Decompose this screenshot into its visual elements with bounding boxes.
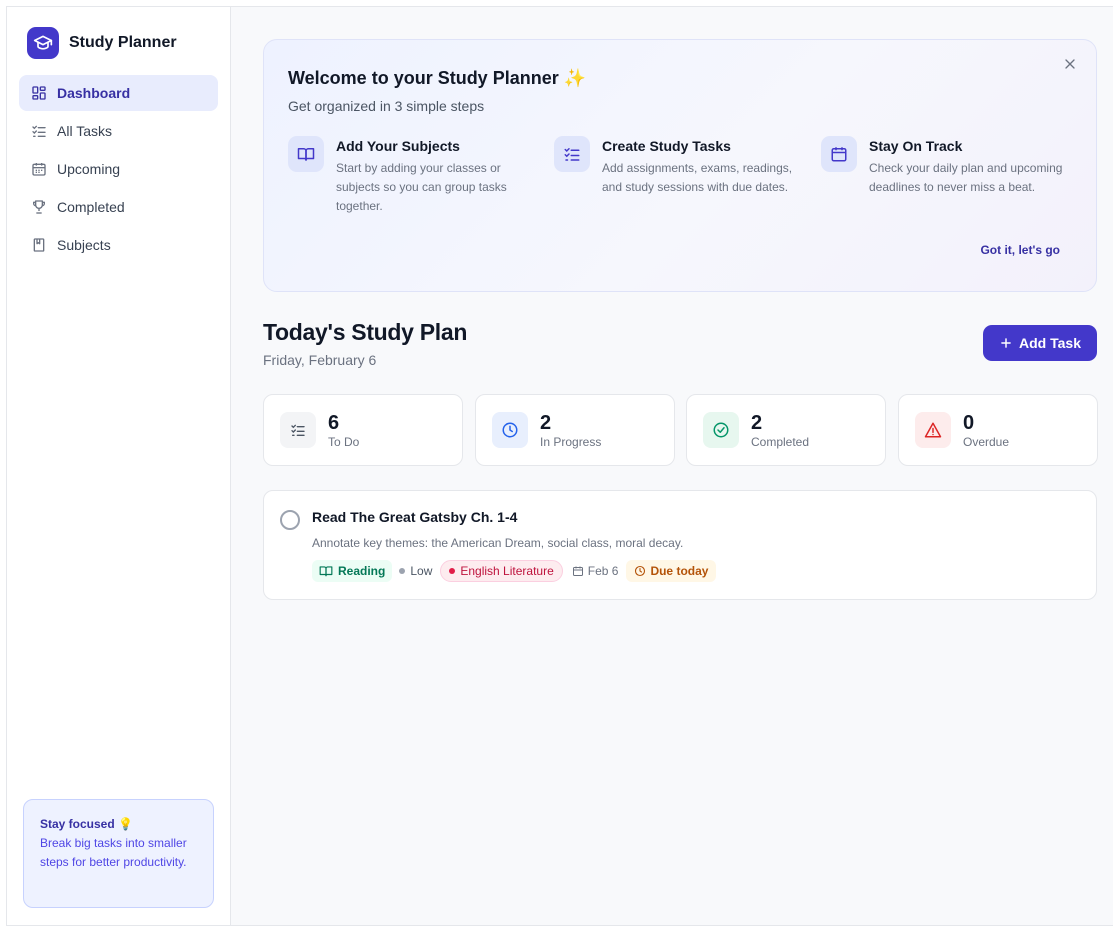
priority-dot [399,568,406,574]
sidebar-item-completed[interactable]: Completed [19,189,218,225]
close-icon[interactable] [1062,56,1078,72]
task-title[interactable]: Read The Great Gatsby Ch. 1-4 [312,509,517,525]
list-check-icon [280,412,316,448]
step-stay-on-track: Stay On Track Check your daily plan and … [821,136,1066,197]
subject-dot [449,568,456,574]
notebook-icon [31,237,47,253]
main-content: Welcome to your Study Planner ✨ Get orga… [231,7,1113,925]
warning-icon [915,412,951,448]
task-type-badge: Reading [312,560,393,582]
due-date-label: Feb 6 [587,564,619,578]
add-task-label: Add Task [1019,335,1081,351]
stat-card-in-progress[interactable]: 2 In Progress [475,394,675,466]
sidebar-nav: Dashboard All Tasks Upcoming Completed S… [19,75,218,265]
book-open-icon [288,136,324,172]
stat-value: 2 [751,411,763,434]
task-description: Annotate key themes: the American Dream,… [312,536,684,550]
welcome-banner: Welcome to your Study Planner ✨ Get orga… [263,39,1097,292]
plus-icon [999,336,1013,350]
task-checkbox[interactable] [280,510,300,530]
focus-tip: Stay focused 💡 Break big tasks into smal… [23,799,214,908]
step-add-subjects: Add Your Subjects Start by adding your c… [288,136,533,216]
step-title: Create Study Tasks [602,138,731,154]
step-title: Add Your Subjects [336,138,460,154]
sidebar-item-label: All Tasks [57,123,112,139]
sidebar-item-subjects[interactable]: Subjects [19,227,218,263]
calendar-icon [31,161,47,177]
stat-label: Completed [751,434,810,449]
tip-text: Break big tasks into smaller steps for b… [40,836,187,869]
sidebar-item-label: Completed [57,199,125,215]
priority-label: Low [410,564,433,578]
stat-value: 0 [963,411,975,434]
clock-icon [634,565,646,577]
page-date: Friday, February 6 [263,352,377,368]
task-meta: Reading Low English Literature Feb 6 Due… [312,560,717,582]
dashboard-icon [31,85,47,101]
tip-title: Stay focused 💡 [40,817,133,831]
trophy-icon [31,199,47,215]
sidebar-item-upcoming[interactable]: Upcoming [19,151,218,187]
page-title: Today's Study Plan [263,319,468,345]
stat-value: 6 [328,411,340,434]
due-date: Feb 6 [572,564,619,578]
welcome-subtitle: Get organized in 3 simple steps [288,98,485,114]
stat-label: In Progress [540,434,602,449]
list-check-icon [554,136,590,172]
clock-icon [492,412,528,448]
sidebar-item-dashboard[interactable]: Dashboard [19,75,218,111]
stat-value: 2 [540,411,552,434]
subject-badge[interactable]: English Literature [440,560,563,582]
step-create-tasks: Create Study Tasks Add assignments, exam… [554,136,799,197]
task-card[interactable]: Read The Great Gatsby Ch. 1-4 Annotate k… [263,490,1097,600]
subject-label: English Literature [460,564,554,578]
calendar-icon [572,565,584,577]
sidebar-item-label: Dashboard [57,85,131,101]
stat-label: Overdue [963,434,1010,449]
check-circle-icon [703,412,739,448]
priority-badge: Low [399,564,432,578]
sidebar-item-label: Upcoming [57,161,121,177]
brand[interactable]: Study Planner [27,27,177,59]
due-today-badge: Due today [626,560,717,582]
add-task-button[interactable]: Add Task [983,325,1097,361]
step-description: Check your daily plan and upcoming deadl… [869,161,1063,194]
task-type-label: Reading [338,564,386,578]
app-window: Study Planner Dashboard All Tasks Upcomi… [6,6,1113,926]
sidebar-item-label: Subjects [57,237,111,253]
welcome-title: Welcome to your Study Planner ✨ [288,68,587,88]
graduation-cap-icon [27,27,59,59]
stat-label: To Do [328,434,360,449]
due-today-label: Due today [650,564,709,578]
list-check-icon [31,123,47,139]
book-open-icon [319,564,333,578]
stat-card-todo[interactable]: 6 To Do [263,394,463,466]
sidebar: Study Planner Dashboard All Tasks Upcomi… [7,7,231,925]
dismiss-welcome-button[interactable]: Got it, let's go [980,243,1060,257]
stat-card-overdue[interactable]: 0 Overdue [898,394,1098,466]
sidebar-item-all-tasks[interactable]: All Tasks [19,113,218,149]
app-title: Study Planner [69,34,177,51]
step-description: Start by adding your classes or subjects… [336,161,507,213]
step-title: Stay On Track [869,138,963,154]
calendar-icon [821,136,857,172]
step-description: Add assignments, exams, readings, and st… [602,161,793,194]
stat-card-completed[interactable]: 2 Completed [686,394,886,466]
